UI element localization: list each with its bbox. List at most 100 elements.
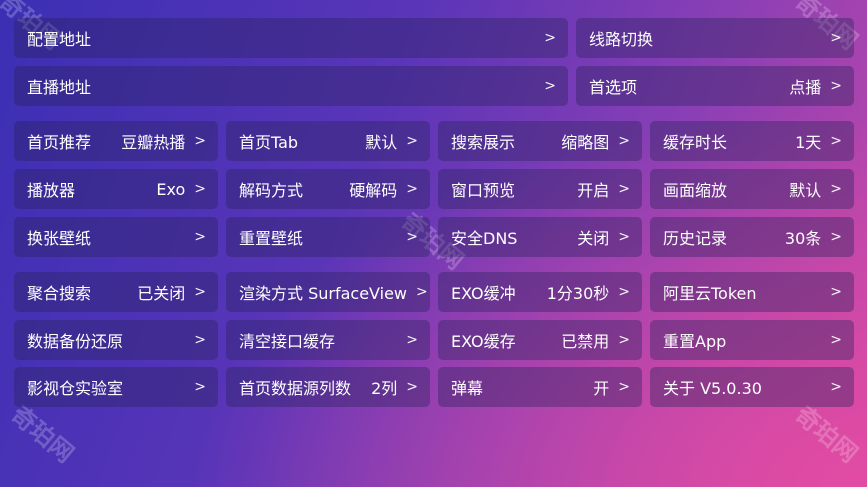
settings-grid-row: 首页推荐 豆瓣热播 > 首页Tab 默认 > 搜索展示 缩略图 > 缓存时长 1天 > [14,121,854,161]
item-label: 搜索展示 [451,133,516,152]
picture-scale-item[interactable]: 画面缩放 默认 > [650,169,854,209]
item-label: 首页数据源列数 [239,379,352,398]
chevron-right-icon: > [830,284,842,300]
history-item[interactable]: 历史记录 30条 > [650,217,854,257]
item-value: 关闭 [577,229,610,248]
item-value: 2列 [371,379,398,398]
chevron-right-icon: > [830,133,842,149]
clear-api-cache-item[interactable]: 清空接口缓存 > [226,320,430,360]
chevron-right-icon: > [830,78,842,94]
home-recommend-item[interactable]: 首页推荐 豆瓣热播 > [14,121,218,161]
settings-grid-row: 聚合搜索 已关闭 > 渲染方式 SurfaceView > EXO缓冲 1分30秒 > 阿… [14,272,854,312]
item-value: 已关闭 [137,284,186,303]
chevron-right-icon: > [406,379,418,395]
reset-app-item[interactable]: 重置App > [650,320,854,360]
item-label: 换张壁纸 [27,229,92,248]
item-label: 阿里云Token [663,284,757,303]
item-value: 缩略图 [561,133,610,152]
data-backup-item[interactable]: 数据备份还原 > [14,320,218,360]
cache-duration-item[interactable]: 缓存时长 1天 > [650,121,854,161]
chevron-right-icon: > [406,133,418,149]
chevron-right-icon: > [194,379,206,395]
chevron-right-icon: > [544,78,556,94]
chevron-right-icon: > [618,284,630,300]
chevron-right-icon: > [830,229,842,245]
item-value: 硬解码 [349,181,398,200]
chevron-right-icon: > [830,332,842,348]
preference-item[interactable]: 首选项 点播 > [576,66,854,106]
item-value: Exo [156,179,186,199]
aliyun-token-item[interactable]: 阿里云Token > [650,272,854,312]
chevron-right-icon: > [618,181,630,197]
lab-item[interactable]: 影视仓实验室 > [14,367,218,407]
item-label: 解码方式 [239,181,304,200]
item-value: 30条 [784,229,822,248]
item-value: 默认 [789,181,822,200]
reset-wallpaper-item[interactable]: 重置壁纸 > [226,217,430,257]
chevron-right-icon: > [194,181,206,197]
chevron-right-icon: > [406,181,418,197]
item-label: 数据备份还原 [27,332,124,351]
item-label: 重置壁纸 [239,229,304,248]
config-address-item[interactable]: 配置地址 > [14,18,568,58]
item-label: 影视仓实验室 [27,379,124,398]
chevron-right-icon: > [618,133,630,149]
chevron-right-icon: > [830,379,842,395]
route-switch-item[interactable]: 线路切换 > [576,18,854,58]
item-label: 安全DNS [451,229,518,248]
item-label: 画面缩放 [663,181,728,200]
item-label: 聚合搜索 [27,284,92,303]
chevron-right-icon: > [194,229,206,245]
render-mode-item[interactable]: 渲染方式 SurfaceView > [226,272,430,312]
chevron-right-icon: > [544,30,556,46]
item-label: 窗口预览 [451,181,516,200]
chevron-right-icon: > [618,379,630,395]
player-item[interactable]: 播放器 Exo > [14,169,218,209]
item-value: 豆瓣热播 [121,133,186,152]
chevron-right-icon: > [830,30,842,46]
item-label: 配置地址 [27,30,92,49]
change-wallpaper-item[interactable]: 换张壁纸 > [14,217,218,257]
chevron-right-icon: > [194,332,206,348]
settings-top-row: 配置地址 > 线路切换 > [14,18,854,58]
window-preview-item[interactable]: 窗口预览 开启 > [438,169,642,209]
item-label: 渲染方式 SurfaceView [239,284,408,303]
settings-top-row: 直播地址 > 首选项 点播 > [14,66,854,106]
item-label: EXO缓存 [451,332,516,351]
home-source-columns-item[interactable]: 首页数据源列数 2列 > [226,367,430,407]
chevron-right-icon: > [830,181,842,197]
item-label: 重置App [663,332,727,351]
chevron-right-icon: > [618,332,630,348]
chevron-right-icon: > [406,332,418,348]
chevron-right-icon: > [618,229,630,245]
item-value: 1天 [795,133,822,152]
decode-mode-item[interactable]: 解码方式 硬解码 > [226,169,430,209]
item-label: 首页推荐 [27,133,92,152]
live-address-item[interactable]: 直播地址 > [14,66,568,106]
settings-grid-row: 播放器 Exo > 解码方式 硬解码 > 窗口预览 开启 > 画面缩放 默认 > [14,169,854,209]
home-tab-item[interactable]: 首页Tab 默认 > [226,121,430,161]
about-item[interactable]: 关于 V5.0.30 > [650,367,854,407]
item-label: EXO缓冲 [451,284,516,303]
item-value: 开 [593,379,610,398]
aggregate-search-item[interactable]: 聚合搜索 已关闭 > [14,272,218,312]
secure-dns-item[interactable]: 安全DNS 关闭 > [438,217,642,257]
item-label: 首页Tab [239,133,299,152]
item-value: 开启 [577,181,610,200]
item-label: 直播地址 [27,78,92,97]
exo-cache-item[interactable]: EXO缓存 已禁用 > [438,320,642,360]
item-label: 弹幕 [451,379,484,398]
item-label: 历史记录 [663,229,728,248]
item-label: 缓存时长 [663,133,728,152]
chevron-right-icon: > [416,284,428,300]
item-value: 点播 [789,78,822,97]
item-label: 播放器 [27,181,76,200]
chevron-right-icon: > [194,284,206,300]
search-display-item[interactable]: 搜索展示 缩略图 > [438,121,642,161]
exo-buffer-item[interactable]: EXO缓冲 1分30秒 > [438,272,642,312]
item-value: 已禁用 [561,332,610,351]
danmaku-item[interactable]: 弹幕 开 > [438,367,642,407]
item-value: 1分30秒 [546,284,610,303]
item-value: 默认 [365,133,398,152]
item-label: 线路切换 [589,30,654,49]
